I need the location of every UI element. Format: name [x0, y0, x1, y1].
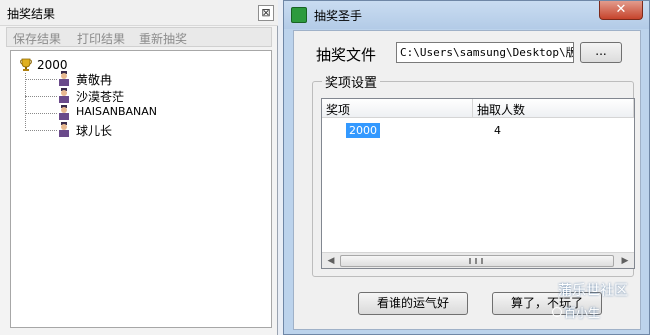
horizontal-scrollbar[interactable]: ◀ ▶ [322, 252, 634, 268]
tree-node-winner[interactable]: HAISANBANAN [25, 105, 225, 121]
watermark: 蒲乐世社区 百小生 [552, 280, 648, 330]
prize-list-header: 奖项 抽取人数 [322, 99, 634, 118]
grip-icon [469, 258, 483, 264]
start-draw-button[interactable]: 看谁的运气好 [358, 292, 468, 315]
main-title-bar: 抽奖圣手 ✕ [284, 1, 649, 29]
prize-settings-title: 奖项设置 [322, 72, 381, 91]
scrollbar-thumb[interactable] [340, 255, 614, 267]
watermark-author: 百小生 [564, 306, 601, 320]
results-title: 抽奖结果 [7, 7, 56, 21]
file-label: 抽奖文件 [316, 46, 377, 64]
watermark-logo-icon [552, 307, 562, 317]
scroll-right-icon[interactable]: ▶ [619, 255, 631, 267]
save-results-button[interactable]: 保存结果 [13, 30, 61, 47]
person-icon [59, 122, 69, 137]
watermark-title: 蒲乐世社区 [558, 283, 628, 299]
tree-root-label: 2000 [37, 58, 68, 72]
main-title: 抽奖圣手 [314, 9, 363, 23]
file-path-field[interactable]: C:\Users\samsung\Desktop\版块 [396, 42, 574, 63]
results-tree: 2000 黄敬冉 沙漠苍茫 HAISANBANAN 球儿长 [10, 50, 272, 328]
winner-name: HAISANBANAN [76, 105, 158, 118]
results-title-bar: 抽奖结果 ⊠ [0, 0, 278, 26]
winner-name: 黄敬冉 [76, 73, 113, 87]
redraw-button[interactable]: 重新抽奖 [139, 30, 187, 47]
scroll-left-icon[interactable]: ◀ [325, 255, 337, 267]
trophy-icon [20, 58, 32, 71]
results-panel: 抽奖结果 ⊠ 保存结果 打印结果 重新抽奖 2000 黄敬冉 沙漠苍茫 HAIS… [0, 0, 278, 335]
winner-name: 球儿长 [76, 124, 113, 138]
column-header-count[interactable]: 抽取人数 [477, 101, 525, 118]
main-close-button[interactable]: ✕ [599, 1, 643, 20]
winner-name: 沙漠苍茫 [76, 90, 125, 104]
app-icon [291, 7, 307, 23]
person-icon [59, 71, 69, 86]
screen: 抽奖结果 ⊠ 保存结果 打印结果 重新抽奖 2000 黄敬冉 沙漠苍茫 HAIS… [0, 0, 650, 335]
results-close-button[interactable]: ⊠ [258, 5, 274, 21]
browse-button[interactable]: ... [580, 42, 622, 63]
print-results-button[interactable]: 打印结果 [77, 30, 125, 47]
prize-settings-group: 奖项设置 奖项 抽取人数 2000 4 ◀ ▶ [312, 72, 635, 277]
column-header-prize[interactable]: 奖项 [326, 101, 350, 118]
tree-node-winner[interactable]: 黄敬冉 [25, 71, 225, 87]
prize-cell[interactable]: 2000 [346, 123, 380, 138]
tree-node-winner[interactable]: 球儿长 [25, 122, 225, 138]
tree-node-winner[interactable]: 沙漠苍茫 [25, 88, 225, 104]
prize-list[interactable]: 奖项 抽取人数 2000 4 ◀ ▶ [321, 98, 635, 269]
person-icon [59, 88, 69, 103]
results-toolbar: 保存结果 打印结果 重新抽奖 [6, 27, 272, 47]
count-cell[interactable]: 4 [494, 123, 501, 138]
person-icon [59, 105, 69, 120]
